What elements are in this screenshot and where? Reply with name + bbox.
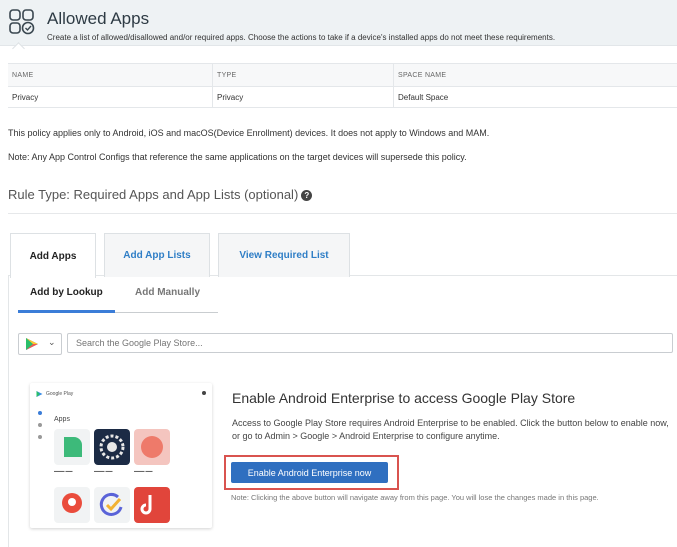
chevron-down-icon: ⌄ — [48, 337, 56, 347]
preview-app-caption: ▬▬▬ ▬▬ — [54, 469, 73, 473]
preview-app-tile — [134, 487, 170, 523]
table-row[interactable]: Privacy Privacy Default Space — [8, 87, 677, 108]
rule-type-label: Rule Type: Required Apps and App Lists (… — [8, 187, 313, 202]
table-header-row: NAME TYPE SPACE NAME — [8, 64, 677, 87]
preview-store-label: Google Play — [46, 391, 74, 397]
google-play-icon — [26, 338, 38, 350]
store-selector[interactable]: ⌄ — [18, 333, 62, 355]
preview-nav-dot — [38, 423, 42, 427]
google-play-icon — [36, 391, 43, 397]
cell-type: Privacy — [217, 92, 244, 102]
help-circle-icon[interactable]: ? — [301, 190, 313, 202]
preview-app-tile — [94, 429, 130, 465]
preview-apps-label: Apps — [54, 416, 70, 423]
enterprise-title: Enable Android Enterprise to access Goog… — [232, 390, 576, 406]
preview-app-tile — [54, 429, 90, 465]
search-input[interactable] — [67, 333, 673, 353]
preview-app-tile — [94, 487, 130, 523]
column-header-space-name[interactable]: SPACE NAME — [398, 64, 446, 86]
tab-add-apps[interactable]: Add Apps — [10, 233, 96, 278]
platform-note: This policy applies only to Android, iOS… — [8, 128, 490, 138]
enable-android-enterprise-button[interactable]: Enable Android Enterprise now — [231, 462, 388, 483]
tab-view-required-list[interactable]: View Required List — [218, 233, 350, 277]
preview-app-tile — [54, 487, 90, 523]
subtab-add-by-lookup[interactable]: Add by Lookup — [30, 287, 103, 298]
cell-space-name: Default Space — [398, 92, 449, 102]
supersede-note: Note: Any App Control Configs that refer… — [8, 152, 467, 162]
policy-table: NAME TYPE SPACE NAME Privacy Privacy Def… — [8, 63, 677, 108]
preview-app-caption: ▬▬▬ ▬▬ — [134, 469, 153, 473]
preview-app-caption: ▬▬▬ ▬▬ — [94, 469, 113, 473]
rule-type-text: Rule Type: Required Apps and App Lists (… — [8, 187, 299, 202]
enterprise-description: Access to Google Play Store requires And… — [232, 418, 669, 441]
profile-dot — [202, 391, 206, 395]
google-play-preview-image: Google Play Apps ▬▬▬ ▬▬ ▬▬▬ ▬▬ ▬▬▬ ▬▬ — [30, 383, 212, 528]
enterprise-note: Note: Clicking the above button will nav… — [231, 493, 599, 502]
preview-nav-dot — [38, 435, 42, 439]
column-header-name[interactable]: NAME — [12, 64, 33, 86]
tab-add-app-lists[interactable]: Add App Lists — [104, 233, 210, 277]
cell-name: Privacy — [12, 92, 39, 102]
page-title: Allowed Apps — [47, 9, 150, 28]
preview-nav-dot — [38, 411, 42, 415]
preview-app-tile — [134, 429, 170, 465]
page-header: Allowed Apps Create a list of allowed/di… — [0, 0, 677, 46]
page-subtitle: Create a list of allowed/disallowed and/… — [47, 33, 556, 42]
subtab-add-manually[interactable]: Add Manually — [135, 287, 200, 298]
divider — [8, 213, 677, 214]
column-header-type[interactable]: TYPE — [217, 64, 236, 86]
app-grid-icon — [9, 9, 35, 35]
subtab-active-indicator — [18, 310, 115, 313]
